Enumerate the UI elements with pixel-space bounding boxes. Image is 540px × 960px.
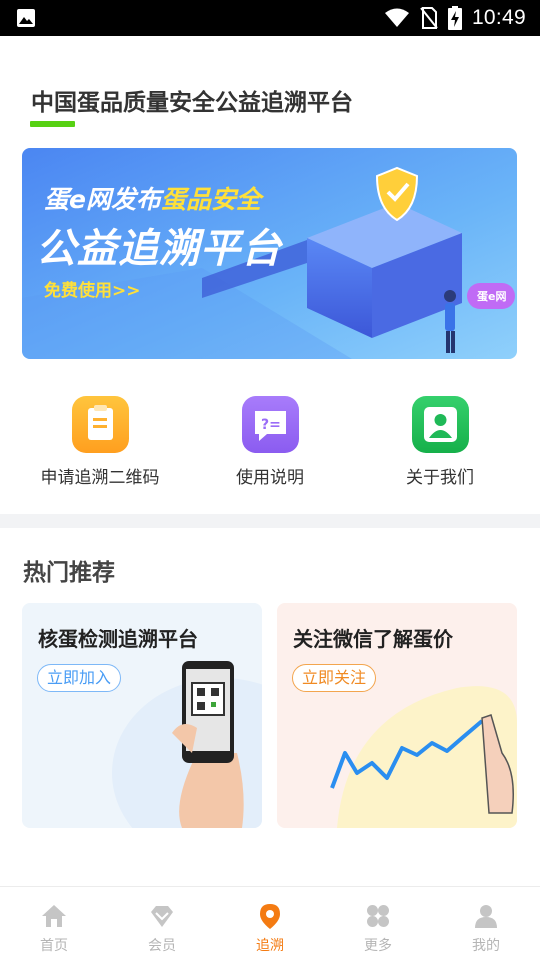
status-bar: 10:49 [0, 0, 540, 36]
card-title: 关注微信了解蛋价 [293, 627, 453, 651]
page-title: 中国蛋品质量安全公益追溯平台 [31, 90, 353, 116]
clipboard-icon [71, 396, 129, 453]
user-contact-icon [411, 396, 469, 453]
banner-badge: 蛋e网 [477, 290, 507, 303]
nav-more[interactable]: 更多 [324, 887, 432, 960]
banner[interactable]: 蛋e网发布蛋品安全 公益追溯平台 免费使用>> 蛋e网 [22, 148, 517, 359]
wifi-icon [384, 8, 409, 27]
image-notification-icon [17, 9, 35, 27]
apply-qrcode-entry[interactable]: 申请追溯二维码 [15, 396, 185, 488]
banner-headline: 蛋e网发布蛋品安全 [44, 180, 261, 216]
card-title: 核蛋检测追溯平台 [38, 627, 198, 651]
nav-mine[interactable]: 我的 [432, 887, 540, 960]
battery-charging-icon [447, 6, 462, 30]
section-divider [0, 514, 540, 528]
nav-home[interactable]: 首页 [0, 887, 108, 960]
quick-entry-label: 申请追溯二维码 [40, 468, 160, 488]
banner-headline-prefix: 蛋e网发布 [44, 185, 161, 214]
nav-label: 追溯 [256, 938, 284, 954]
grid-icon [367, 905, 389, 927]
nav-label: 会员 [148, 938, 176, 954]
recommend-card-egg-testing[interactable]: 核蛋检测追溯平台 立即加入 [22, 603, 262, 828]
nav-member[interactable]: 会员 [108, 887, 216, 960]
nav-label: 更多 [364, 938, 392, 954]
section-title: 热门推荐 [23, 560, 115, 586]
home-icon [42, 905, 66, 927]
question-message-icon: ?= [241, 396, 299, 453]
user-guide-entry[interactable]: ?= 使用说明 [185, 396, 355, 488]
person-icon [475, 905, 497, 928]
status-time: 10:49 [471, 6, 526, 29]
quick-entry-label: 使用说明 [236, 468, 304, 488]
about-us-entry[interactable]: 关于我们 [355, 396, 525, 488]
bottom-nav: 首页 会员 追溯 更多 我的 [0, 886, 540, 960]
diamond-icon [151, 906, 173, 927]
banner-headline-highlight: 蛋品安全 [160, 185, 261, 214]
join-now-button[interactable]: 立即加入 [37, 664, 122, 692]
no-sim-icon [420, 7, 438, 29]
banner-subheadline: 公益追溯平台 [36, 226, 282, 272]
location-pin-icon [260, 904, 280, 929]
nav-label: 首页 [40, 938, 68, 954]
quick-entry-label: 关于我们 [406, 468, 474, 488]
follow-now-button[interactable]: 立即关注 [292, 664, 377, 692]
recommend-card-wechat-price[interactable]: 关注微信了解蛋价 立即关注 [277, 603, 517, 828]
svg-text:?=: ?= [261, 417, 281, 433]
nav-label: 我的 [472, 938, 500, 954]
banner-cta[interactable]: 免费使用>> [44, 276, 141, 301]
title-underline [30, 121, 75, 127]
nav-trace[interactable]: 追溯 [216, 887, 324, 960]
